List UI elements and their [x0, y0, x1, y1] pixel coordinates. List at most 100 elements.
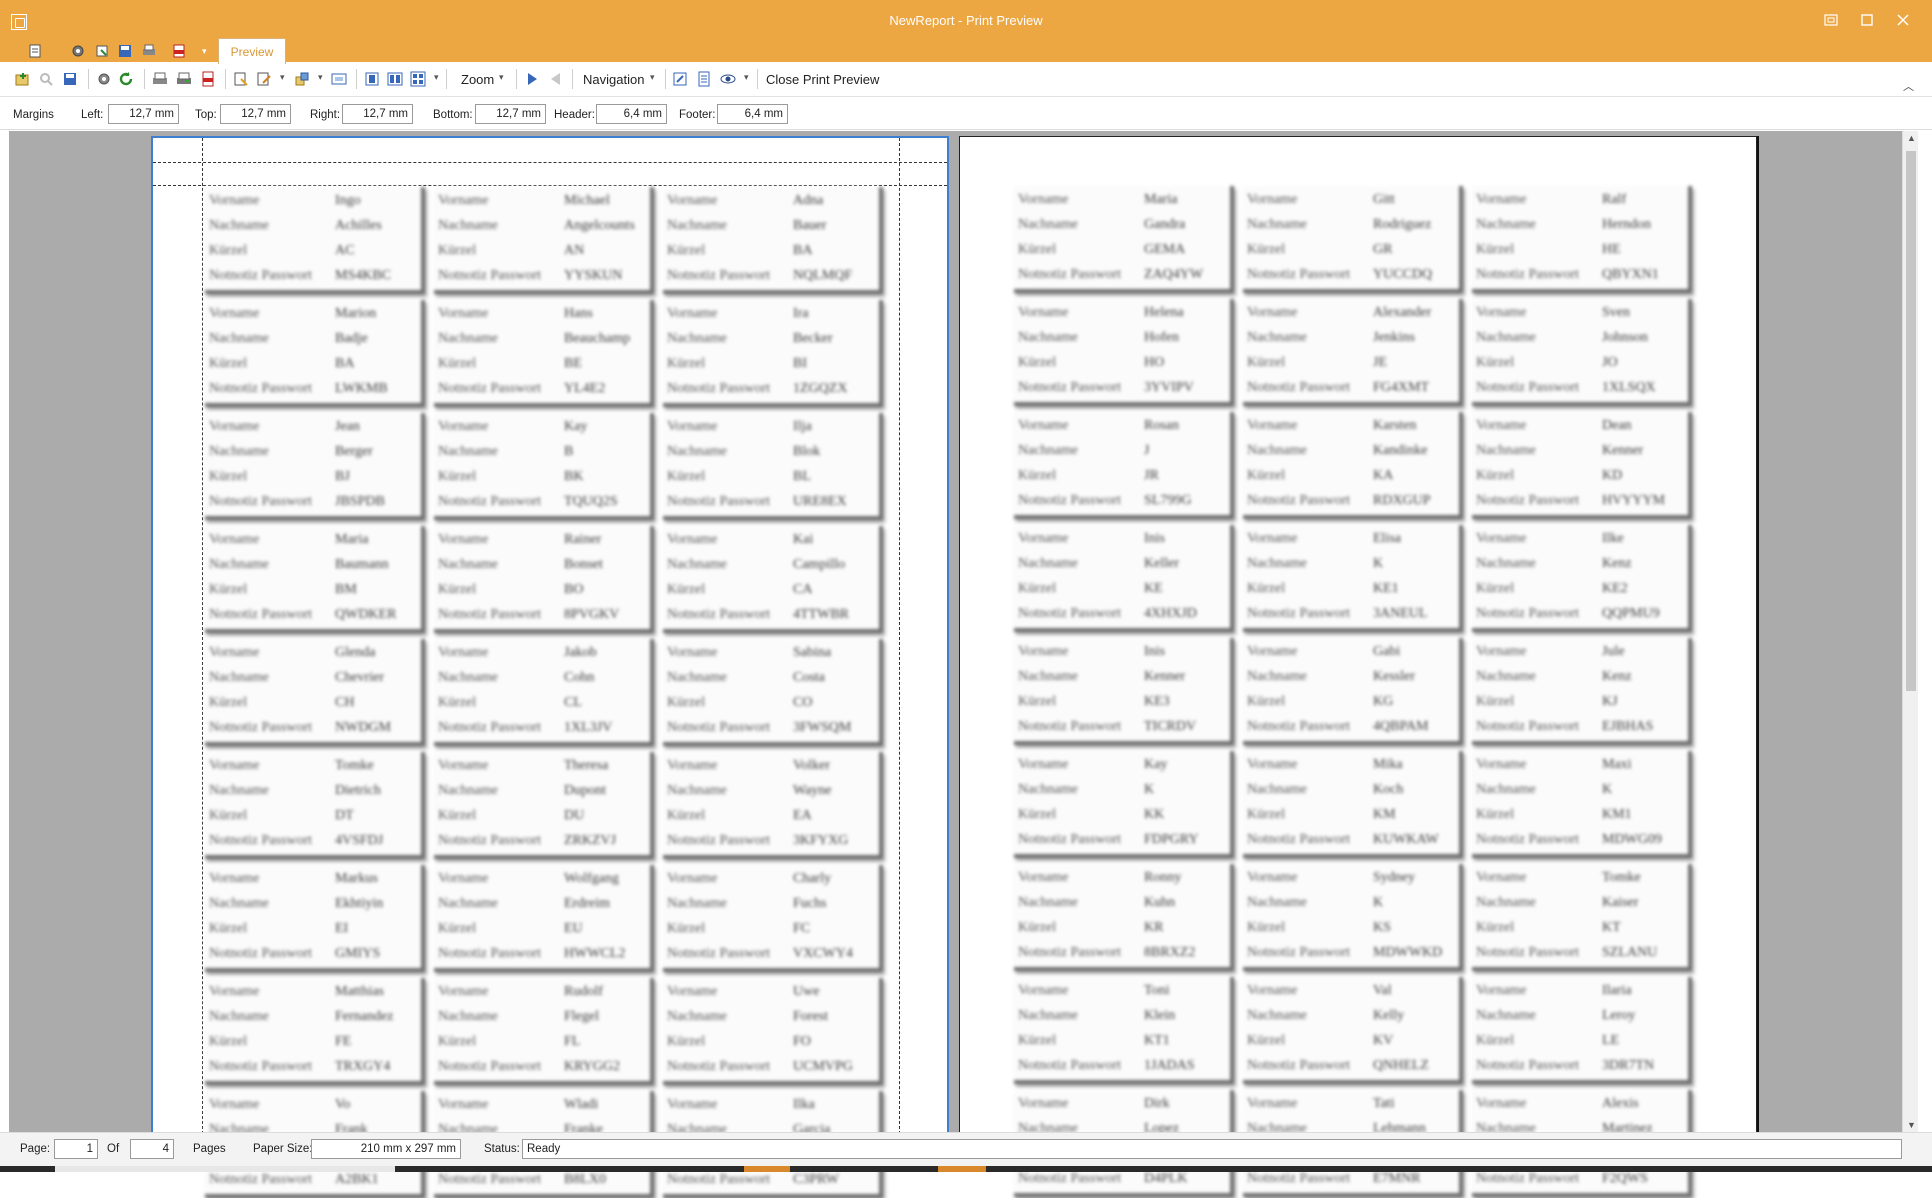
label-field-name: Vorname: [209, 419, 260, 434]
labels-grid: Vorname Ingo Nachname Achilles Kürzel AC Notno…: [205, 187, 883, 1198]
watermark-icon[interactable]: [331, 71, 347, 87]
label-field-name: Notnotiz Passwort: [1247, 1171, 1351, 1186]
label-field-row: Vorname Val: [1247, 981, 1457, 1003]
edit-page-icon[interactable]: [256, 71, 272, 87]
footer-margin-field[interactable]: 6,4 mm: [717, 104, 788, 124]
label-field-value: 4VSFDJ: [335, 833, 384, 848]
label-field-row: Vorname Ilja: [667, 417, 877, 439]
label-field-value: NWDGM: [335, 720, 391, 735]
collapse-ribbon-icon[interactable]: ︿: [1903, 78, 1914, 94]
document-map-icon[interactable]: [696, 71, 712, 87]
next-page-icon[interactable]: [524, 71, 540, 87]
scrollbar-thumb[interactable]: [1906, 151, 1916, 691]
parameters-icon[interactable]: [96, 71, 112, 87]
label-field-row: Kürzel CO: [667, 693, 877, 715]
address-label: Vorname Rosan Nachname J Kürzel JR Notnotiz Pa…: [1014, 412, 1234, 519]
label-field-value: Elisa: [1373, 531, 1401, 546]
top-margin-field[interactable]: 12,7 mm: [220, 104, 291, 124]
save-icon[interactable]: [118, 44, 132, 58]
label-field-name: Nachname: [438, 218, 498, 233]
preview-page-2[interactable]: Vorname Maria Nachname Gandra Kürzel GEMA Notn…: [959, 136, 1757, 1197]
close-window-icon[interactable]: [1888, 10, 1918, 34]
vertical-scrollbar[interactable]: ▲ ▼: [1902, 131, 1919, 1132]
preview-page-1[interactable]: Vorname Ingo Nachname Achilles Kürzel AC Notno…: [151, 136, 949, 1198]
print-icon[interactable]: [142, 44, 156, 58]
quick-access-dropdown-icon[interactable]: ▾: [202, 46, 216, 60]
label-field-value: FL: [564, 1034, 581, 1049]
page-setup-icon[interactable]: [95, 44, 109, 58]
two-pages-icon[interactable]: [387, 71, 403, 87]
previous-page-icon[interactable]: [548, 71, 564, 87]
zoom-dropdown-icon[interactable]: ▾: [499, 72, 504, 83]
settings-icon[interactable]: [71, 44, 85, 58]
maximize-icon[interactable]: [1852, 10, 1882, 34]
page-label: Page:: [20, 1143, 51, 1155]
label-field-name: Vorname: [438, 758, 489, 773]
label-field-row: Kürzel BO: [438, 580, 648, 602]
label-field-name: Notnotiz Passwort: [1247, 945, 1351, 960]
label-field-name: Notnotiz Passwort: [209, 720, 313, 735]
label-field-row: Kürzel JR: [1018, 466, 1228, 488]
label-field-name: Kürzel: [667, 356, 706, 371]
edit-page-dropdown-icon[interactable]: ▾: [280, 72, 285, 83]
label-field-row: Notnotiz Passwort VXCWY4: [667, 944, 877, 966]
left-margin-field[interactable]: 12,7 mm: [108, 104, 179, 124]
navigation-dropdown-icon[interactable]: ▾: [650, 72, 655, 83]
label-field-value: Fuchs: [793, 896, 827, 911]
view-options-dropdown-icon[interactable]: ▾: [744, 72, 749, 83]
export-pdf-icon[interactable]: [172, 44, 186, 58]
scale-icon[interactable]: [294, 71, 310, 87]
label-field-value: J: [1144, 443, 1150, 458]
label-field-value: Hans: [564, 306, 593, 321]
scroll-down-icon[interactable]: ▼: [1907, 1120, 1916, 1130]
label-field-value: Glenda: [335, 645, 376, 660]
refresh-icon[interactable]: [118, 71, 134, 87]
bottom-margin-field[interactable]: 12,7 mm: [475, 104, 546, 124]
label-field-row: Nachname Ekhtiyin: [209, 894, 419, 916]
print-dialog-icon[interactable]: [176, 71, 192, 87]
close-print-preview-button[interactable]: Close Print Preview: [766, 72, 879, 87]
scroll-up-icon[interactable]: ▲: [1907, 133, 1916, 143]
multiple-pages-dropdown-icon[interactable]: ▾: [434, 72, 439, 83]
address-label: Vorname Ilja Nachname Blok Kürzel BL Notnotiz …: [663, 413, 883, 520]
label-field-value: B8LX0: [564, 1172, 606, 1187]
label-field-row: Kürzel GEMA: [1018, 240, 1228, 262]
label-field-value: AN: [564, 243, 585, 258]
navigation-button[interactable]: Navigation: [583, 72, 644, 87]
header-margin-field[interactable]: 6,4 mm: [596, 104, 667, 124]
label-field-value: K: [1602, 782, 1613, 797]
single-page-icon[interactable]: [364, 71, 380, 87]
label-field-value: BA: [335, 356, 355, 371]
right-margin-field[interactable]: 12,7 mm: [342, 104, 413, 124]
report-icon[interactable]: [28, 44, 42, 58]
scale-dropdown-icon[interactable]: ▾: [318, 72, 323, 83]
zoom-button[interactable]: Zoom: [461, 72, 494, 87]
label-field-value: KV: [1373, 1033, 1394, 1048]
restore-icon[interactable]: [1816, 10, 1846, 34]
toolbar-separator: [225, 69, 226, 89]
label-field-row: Vorname Marion: [209, 304, 419, 326]
page-number-field[interactable]: 1: [54, 1139, 98, 1159]
open-icon[interactable]: [14, 71, 30, 87]
hand-tool-icon[interactable]: [672, 71, 688, 87]
label-field-row: Vorname Ingo: [209, 191, 419, 213]
find-icon[interactable]: [38, 71, 54, 87]
export-to-pdf-icon[interactable]: [200, 71, 216, 87]
label-field-name: Vorname: [1476, 305, 1527, 320]
bottom-margin-label: Bottom:: [433, 109, 473, 121]
label-field-row: Kürzel FL: [438, 1032, 648, 1054]
label-field-value: NQLMQF: [793, 268, 853, 283]
tab-preview[interactable]: Preview: [218, 38, 286, 64]
page-setup-dialog-icon[interactable]: [233, 71, 249, 87]
quick-print-icon[interactable]: [152, 71, 168, 87]
label-field-name: Notnotiz Passwort: [1018, 267, 1122, 282]
label-field-name: Notnotiz Passwort: [667, 946, 771, 961]
label-field-value: Maxi: [1602, 757, 1632, 772]
save-document-icon[interactable]: [62, 71, 78, 87]
label-field-name: Vorname: [1247, 192, 1298, 207]
label-field-name: Vorname: [1247, 418, 1298, 433]
view-options-icon[interactable]: [720, 71, 736, 87]
label-field-value: Sabina: [793, 645, 832, 660]
top-margin-label: Top:: [195, 109, 217, 121]
multiple-pages-icon[interactable]: [410, 71, 426, 87]
